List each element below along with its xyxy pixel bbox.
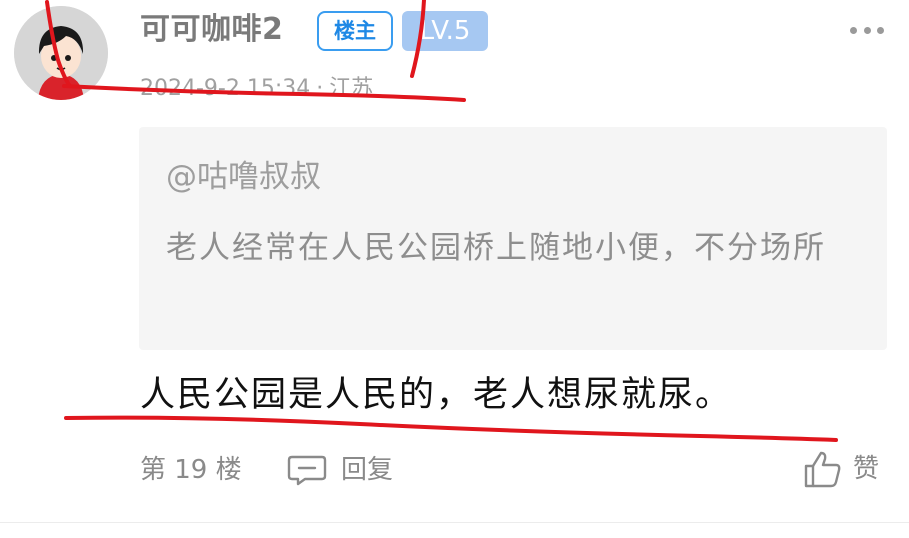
meta-separator: · xyxy=(316,76,324,101)
reply-label: 回复 xyxy=(341,455,394,485)
location: 江苏 xyxy=(329,76,374,101)
like-button[interactable]: 赞 xyxy=(803,449,879,489)
username[interactable]: 可可咖啡2 xyxy=(140,10,283,50)
comment-bubble-icon xyxy=(287,455,327,486)
divider xyxy=(0,522,909,523)
thumbs-up-icon xyxy=(804,451,841,488)
avatar-cartoon-icon xyxy=(14,6,108,100)
reply-text: 人民公园是人民的，老人想尿就尿。 xyxy=(140,375,733,415)
reply-button[interactable]: 回复 xyxy=(287,450,393,490)
floor-number: 第 19 楼 xyxy=(140,455,242,485)
level-badge: LV.5 xyxy=(402,11,488,51)
quoted-comment[interactable]: @咕噜叔叔 老人经常在人民公园桥上随地小便，不分场所 xyxy=(139,127,887,350)
post-meta: 2024-9-2 15:34 · 江苏 xyxy=(140,74,373,104)
like-label: 赞 xyxy=(853,454,880,484)
comment-item: 可可咖啡2 楼主 LV.5 2024-9-2 15:34 · 江苏 @咕噜叔叔 老人… xyxy=(0,0,909,538)
quote-author[interactable]: @咕噜叔叔 xyxy=(166,157,321,197)
host-badge: 楼主 xyxy=(317,11,393,51)
avatar[interactable] xyxy=(14,6,108,100)
more-dots-icon[interactable] xyxy=(850,20,884,40)
quote-text: 老人经常在人民公园桥上随地小便，不分场所 xyxy=(166,230,826,266)
timestamp: 2024-9-2 15:34 xyxy=(140,76,311,101)
